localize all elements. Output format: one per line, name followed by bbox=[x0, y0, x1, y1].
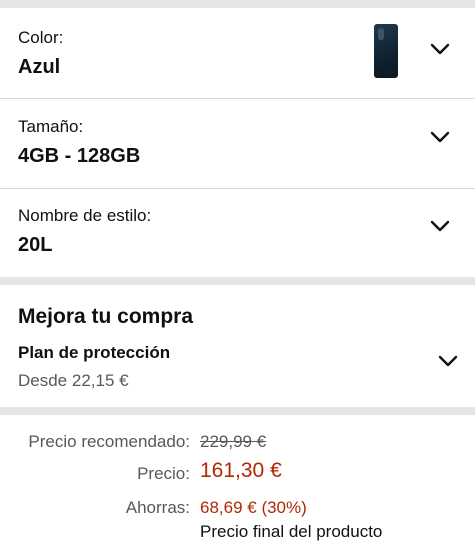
variant-row-size[interactable]: Tamaño: 4GB - 128GB bbox=[0, 99, 475, 188]
protection-plan-price: Desde 22,15 € bbox=[18, 371, 129, 390]
savings-label: Ahorras: bbox=[125, 498, 190, 517]
chevron-down-icon[interactable] bbox=[429, 130, 451, 144]
phone-thumbnail bbox=[374, 24, 398, 78]
style-value: 20L bbox=[18, 234, 53, 256]
top-divider-band bbox=[0, 0, 475, 8]
color-value: Azul bbox=[18, 56, 61, 78]
chevron-down-icon[interactable] bbox=[429, 42, 451, 56]
size-label: Tamaño: bbox=[18, 117, 84, 136]
size-value: 4GB - 128GB bbox=[18, 145, 141, 167]
list-price-value: 229,99 € bbox=[200, 432, 267, 451]
section-divider-band bbox=[0, 277, 475, 285]
price-label: Precio: bbox=[137, 464, 190, 483]
list-price-label: Precio recomendado: bbox=[28, 432, 190, 451]
protection-plan-row[interactable]: Plan de protección Desde 22,15 € bbox=[0, 335, 475, 401]
chevron-down-icon[interactable] bbox=[429, 219, 451, 233]
camera-module bbox=[378, 28, 384, 40]
truncated-price-note: Precio final del producto bbox=[200, 522, 383, 541]
savings-value: 68,69 € (30%) bbox=[200, 498, 307, 517]
variant-row-color[interactable]: Color: Azul bbox=[0, 8, 475, 98]
upgrade-heading: Mejora tu compra bbox=[18, 305, 194, 328]
price-value: 161,30 € bbox=[200, 459, 282, 482]
section-divider-band bbox=[0, 407, 475, 415]
variant-row-style[interactable]: Nombre de estilo: 20L bbox=[0, 189, 475, 277]
protection-plan-title: Plan de protección bbox=[18, 343, 171, 362]
color-label: Color: bbox=[18, 28, 64, 47]
chevron-down-icon[interactable] bbox=[437, 354, 459, 368]
style-label: Nombre de estilo: bbox=[18, 206, 152, 225]
